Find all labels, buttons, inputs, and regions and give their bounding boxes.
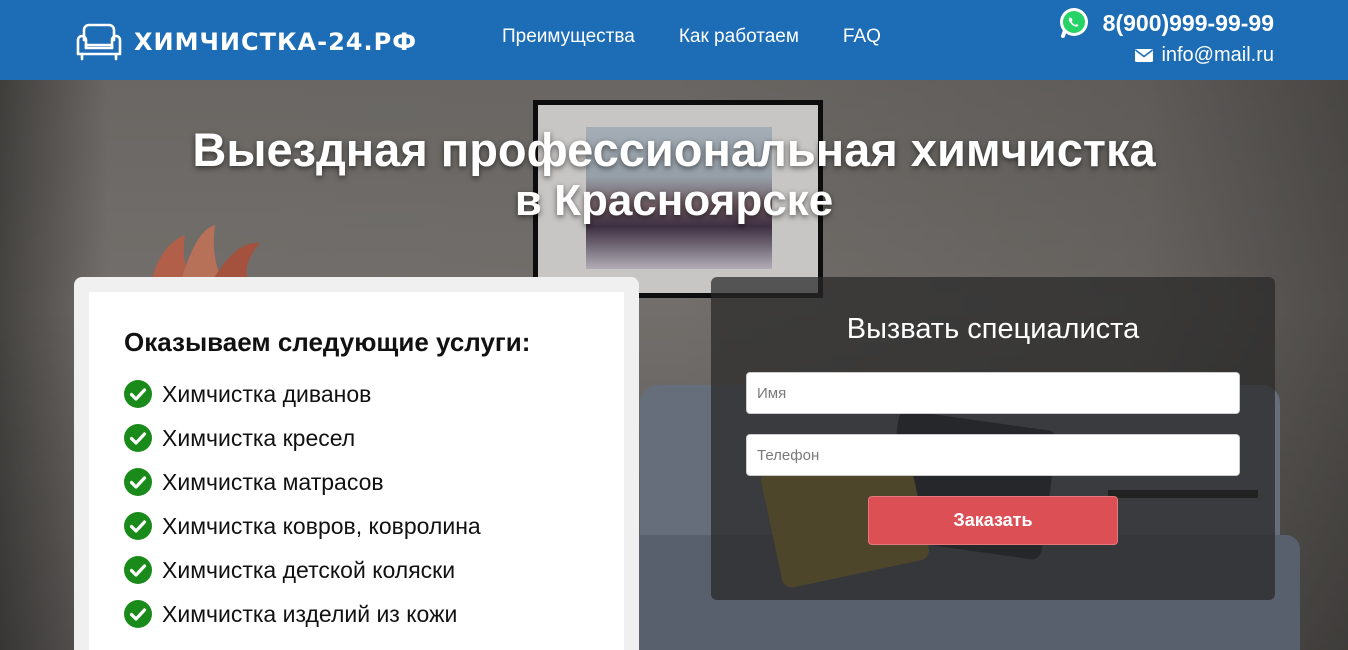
order-form-title: Вызвать специалиста [846, 313, 1140, 345]
hero-title-line1: Выездная профессиональная химчистка [192, 123, 1156, 176]
nav-item-how-we-work[interactable]: Как работаем [679, 26, 799, 48]
list-item: Химчистка диванов [124, 372, 589, 416]
phone-row: 8(900)999-99-99 [1057, 6, 1274, 40]
service-label: Химчистка детской коляски [162, 556, 456, 583]
list-item: Химчистка кресел [124, 416, 589, 460]
order-form: Вызвать специалиста Заказать [711, 277, 1275, 600]
logo-link[interactable]: ХИМЧИСТКА-24.РФ [74, 20, 417, 64]
header-contacts: 8(900)999-99-99 info@mail.ru [1057, 6, 1274, 67]
check-circle-icon [124, 468, 152, 496]
service-label: Химчистка кресел [162, 424, 356, 451]
services-card-inner: Оказываем следующие услуги: Химчистка ди… [89, 292, 624, 650]
service-label: Химчистка диванов [162, 380, 372, 407]
nav-item-faq[interactable]: FAQ [843, 26, 881, 48]
main-nav: Преимущества Как работаем FAQ [502, 26, 925, 48]
services-list: Химчистка диванов Химчистка кресел Химчи… [124, 372, 589, 636]
hero-heading: Выездная профессиональная химчистка в Кр… [0, 124, 1348, 226]
list-item: Химчистка матрасов [124, 460, 589, 504]
whatsapp-icon[interactable] [1057, 6, 1091, 40]
service-label: Химчистка изделий из кожи [162, 600, 458, 627]
service-label: Химчистка матрасов [162, 468, 384, 495]
list-item: Химчистка детской коляски [124, 548, 589, 592]
envelope-icon [1135, 49, 1154, 62]
order-button[interactable]: Заказать [868, 496, 1118, 545]
check-circle-icon [124, 512, 152, 540]
services-title: Оказываем следующие услуги: [124, 327, 531, 357]
list-item: Химчистка изделий из кожи [124, 592, 589, 636]
name-input[interactable] [746, 372, 1240, 414]
phone-number[interactable]: 8(900)999-99-99 [1103, 10, 1274, 37]
service-label: Химчистка ковров, ковролина [162, 512, 481, 539]
check-circle-icon [124, 600, 152, 628]
sofa-icon [76, 23, 122, 61]
check-circle-icon [124, 424, 152, 452]
check-circle-icon [124, 380, 152, 408]
site-header: ХИМЧИСТКА-24.РФ Преимущества Как работае… [0, 0, 1348, 80]
logo-text: ХИМЧИСТКА-24.РФ [134, 28, 417, 56]
email-row: info@mail.ru [1057, 44, 1274, 67]
email-link[interactable]: info@mail.ru [1161, 44, 1274, 67]
check-circle-icon [124, 556, 152, 584]
phone-input[interactable] [746, 434, 1240, 476]
hero-title-line2: в Красноярске [514, 176, 834, 225]
nav-item-advantages[interactable]: Преимущества [502, 26, 635, 48]
services-card: Оказываем следующие услуги: Химчистка ди… [74, 277, 639, 650]
list-item: Химчистка ковров, ковролина [124, 504, 589, 548]
